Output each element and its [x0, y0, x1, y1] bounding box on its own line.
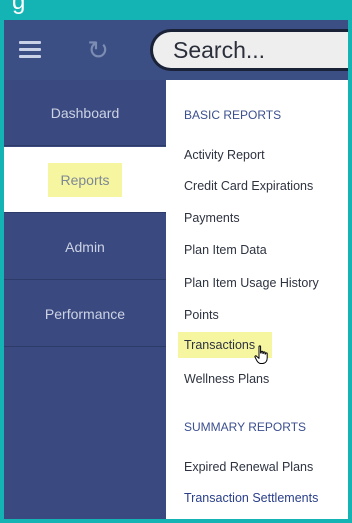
- report-link-transaction-settlements[interactable]: Transaction Settlements: [184, 491, 318, 505]
- report-link-plan-item-data[interactable]: Plan Item Data: [184, 243, 267, 257]
- report-link-activity-report[interactable]: Activity Report: [184, 148, 265, 162]
- sidebar-item-reports[interactable]: Reports: [4, 147, 166, 213]
- caption-text: g: [12, 0, 26, 15]
- sidebar-item-label: Reports: [48, 163, 122, 197]
- refresh-icon[interactable]: ↻: [84, 36, 112, 64]
- sidebar-item-label: Admin: [65, 239, 105, 255]
- sidebar-item-admin[interactable]: Admin: [4, 214, 166, 280]
- hamburger-icon[interactable]: [16, 36, 44, 64]
- report-link-plan-item-usage-history[interactable]: Plan Item Usage History: [184, 276, 319, 290]
- app-window: g ↻ Search... Dashboard Reports Admin Pe…: [0, 0, 352, 523]
- sidebar-item-performance[interactable]: Performance: [4, 281, 166, 347]
- search-placeholder: Search...: [173, 37, 266, 63]
- search-input[interactable]: Search...: [150, 29, 348, 71]
- top-bar: ↻ Search...: [4, 20, 348, 80]
- report-link-points[interactable]: Points: [184, 308, 219, 322]
- sidebar-item-dashboard[interactable]: Dashboard: [4, 80, 166, 146]
- top-caption: g: [4, 0, 348, 20]
- report-link-expired-renewal-plans[interactable]: Expired Renewal Plans: [184, 460, 313, 474]
- sidebar-item-label: Performance: [44, 306, 126, 322]
- report-link-transactions[interactable]: Transactions: [184, 338, 255, 352]
- section-heading-basic-reports: BASIC REPORTS: [184, 108, 282, 122]
- section-heading-summary-reports: SUMMARY REPORTS: [184, 420, 307, 434]
- hand-pointer-icon: [254, 345, 268, 364]
- reports-menu: BASIC REPORTS Activity Report Credit Car…: [166, 80, 348, 519]
- report-link-wellness-plans[interactable]: Wellness Plans: [184, 372, 269, 386]
- report-link-credit-card-expirations[interactable]: Credit Card Expirations: [184, 179, 313, 193]
- report-link-payments[interactable]: Payments: [184, 211, 240, 225]
- sidebar: Dashboard Reports Admin Performance: [4, 80, 166, 519]
- sidebar-item-label: Dashboard: [50, 105, 120, 121]
